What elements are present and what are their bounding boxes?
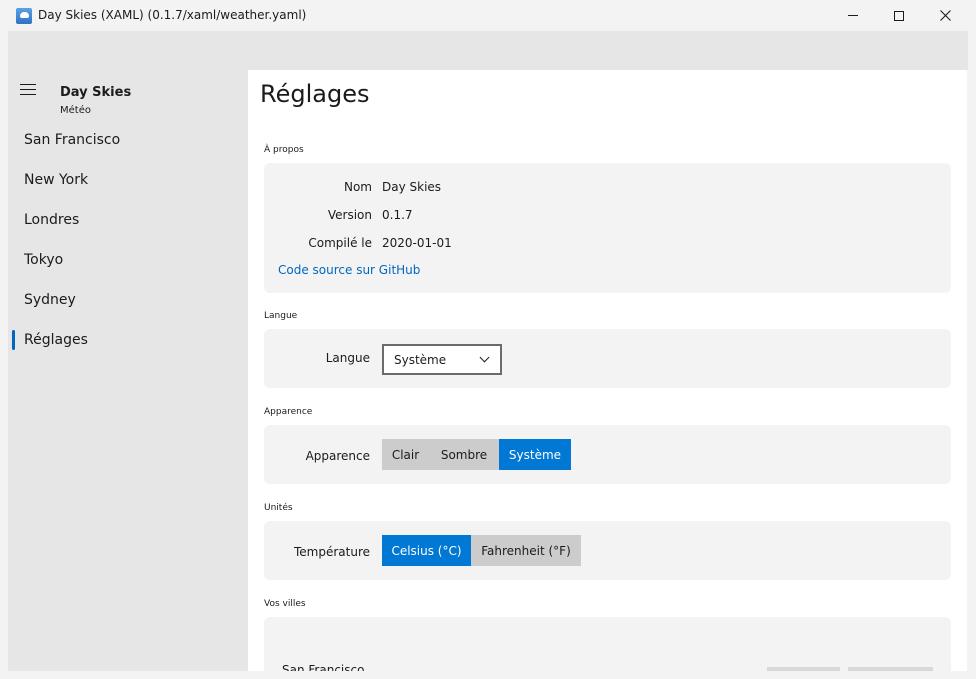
name-label: Nom <box>343 180 372 194</box>
sidebar-app-name: Day Skies <box>60 85 132 100</box>
appearance-option-systeme[interactable]: Système <box>499 439 571 470</box>
city-row-name: San Francisco <box>282 663 365 671</box>
section-label-appearance: Apparence <box>264 407 313 417</box>
version-value: 0.1.7 <box>382 208 413 222</box>
github-source-link[interactable]: Code source sur GitHub <box>278 263 420 277</box>
sidebar-item-sydney[interactable]: Sydney <box>12 282 244 318</box>
sidebar-item-tokyo[interactable]: Tokyo <box>12 242 244 278</box>
section-label-language: Langue <box>264 311 298 321</box>
settings-page: Réglages À propos Nom Day Skies Version … <box>248 70 967 671</box>
city-action-button[interactable] <box>848 667 933 671</box>
appearance-option-clair[interactable]: Clair <box>382 439 429 470</box>
version-label: Version <box>327 208 372 222</box>
language-dropdown[interactable]: Système <box>382 344 502 375</box>
sidebar-item-label: Tokyo <box>24 252 64 268</box>
sidebar-item-label: Réglages <box>24 332 88 348</box>
section-label-units: Unités <box>264 503 293 513</box>
city-action-button[interactable] <box>767 667 840 671</box>
section-label-about: À propos <box>264 145 304 155</box>
app-icon <box>16 8 32 24</box>
sidebar-item-label: San Francisco <box>24 132 121 148</box>
cities-card: San Francisco <box>264 617 951 671</box>
temperature-option-celsius[interactable]: Celsius (°C) <box>382 535 471 566</box>
about-card: Nom Day Skies Version 0.1.7 Compilé le 2… <box>264 163 951 293</box>
language-selected-value: Système <box>394 352 447 367</box>
section-label-cities: Vos villes <box>264 599 306 609</box>
sidebar-item-san-francisco[interactable]: San Francisco <box>12 122 244 158</box>
name-value: Day Skies <box>382 180 442 194</box>
hamburger-menu-icon[interactable] <box>20 84 36 96</box>
page-title: Réglages <box>260 80 370 108</box>
minimize-icon <box>848 15 858 16</box>
sidebar-item-label: Londres <box>24 212 80 228</box>
compiled-value: 2020-01-01 <box>382 236 452 250</box>
temperature-option-fahrenheit[interactable]: Fahrenheit (°F) <box>471 535 581 566</box>
sidebar-item-new-york[interactable]: New York <box>12 162 244 198</box>
sidebar-item-label: Sydney <box>24 292 76 308</box>
sidebar-item-londres[interactable]: Londres <box>12 202 244 238</box>
units-card: Température Celsius (°C) Fahrenheit (°F) <box>264 521 951 580</box>
maximize-button[interactable] <box>876 0 922 31</box>
compiled-label: Compilé le <box>308 236 372 250</box>
temperature-label: Température <box>293 545 370 559</box>
language-label: Langue <box>325 351 370 365</box>
sidebar-item-reglages[interactable]: Réglages <box>12 322 244 358</box>
sidebar-app-subtitle: Météo <box>60 105 91 116</box>
chevron-down-icon <box>479 352 490 363</box>
close-icon <box>939 10 951 21</box>
close-button[interactable] <box>922 0 968 31</box>
language-card: Langue Système <box>264 329 951 388</box>
sidebar-item-label: New York <box>24 172 89 188</box>
maximize-icon <box>894 10 904 21</box>
top-band <box>8 31 968 70</box>
minimize-button[interactable] <box>830 0 876 31</box>
navigation-sidebar: Day Skies Météo San Francisco New York L… <box>8 70 248 671</box>
title-bar: Day Skies (XAML) (0.1.7/xaml/weather.yam… <box>0 0 976 31</box>
window-title: Day Skies (XAML) (0.1.7/xaml/weather.yam… <box>38 8 307 22</box>
appearance-label: Apparence <box>305 449 370 463</box>
appearance-card: Apparence Clair Sombre Système <box>264 425 951 484</box>
appearance-option-sombre[interactable]: Sombre <box>429 439 499 470</box>
